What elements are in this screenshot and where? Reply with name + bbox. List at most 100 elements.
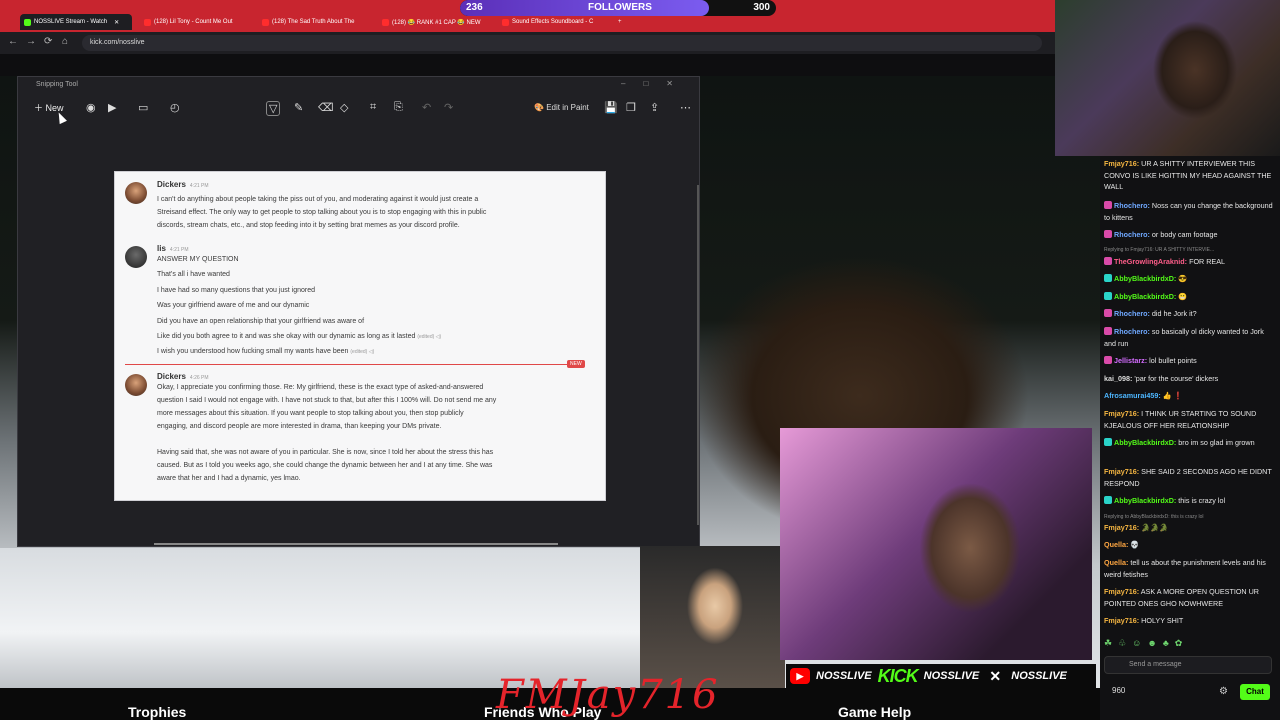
gear-icon[interactable]: ⚙: [1219, 686, 1228, 697]
chat-text: 😎: [1176, 274, 1188, 283]
chat-username[interactable]: Fmjay716:: [1104, 467, 1139, 476]
emote-icon[interactable]: ☘: [1104, 638, 1112, 650]
discord-screenshot: Dickers 4:21 PM I can't do anything about…: [114, 171, 606, 501]
browser-tab-active[interactable]: NOSSLIVE Stream - Watch ✕: [20, 14, 132, 30]
copy-icon[interactable]: ❐: [626, 101, 636, 114]
new-tab-button[interactable]: +: [614, 14, 630, 30]
emote-icon[interactable]: ☻: [1147, 638, 1156, 650]
youtube-handle: NOSSLIVE: [816, 670, 872, 682]
x-icon: ✕: [989, 667, 1002, 684]
chat-username[interactable]: Fmjay716:: [1104, 587, 1139, 596]
timer-icon[interactable]: ◴: [170, 101, 180, 114]
chat-input[interactable]: Send a message: [1104, 656, 1272, 674]
edit-in-paint-label: Edit in Paint: [546, 103, 589, 112]
chat-username[interactable]: Fmjay716:: [1104, 159, 1139, 168]
new-badge: NEW: [567, 360, 585, 368]
horizontal-scrollbar[interactable]: [154, 543, 558, 545]
emote-bar[interactable]: ☘ ♧ ☺ ☻ ♣ ✿: [1104, 638, 1274, 650]
trophies-menu-item[interactable]: Trophies: [128, 704, 186, 720]
chat-username[interactable]: AbbyBlackbirdxD:: [1114, 438, 1176, 447]
chat-username[interactable]: Fmjay716:: [1104, 409, 1139, 418]
chat-username[interactable]: Afrosamurai459:: [1104, 391, 1161, 400]
chat-message: AbbyBlackbirdxD: 😎: [1104, 273, 1274, 285]
message-line: Okay, I appreciate you confirming those.…: [157, 384, 484, 391]
close-icon[interactable]: ✕: [114, 19, 119, 26]
shapes-icon[interactable]: ◇: [340, 101, 348, 114]
highlighter-icon[interactable]: ✎: [294, 101, 303, 114]
forward-icon[interactable]: →: [26, 36, 36, 47]
chat-username[interactable]: Fmjay716:: [1104, 616, 1139, 625]
guest-webcam-right: [780, 428, 1092, 660]
vertical-scrollbar[interactable]: [697, 185, 699, 525]
chat-username[interactable]: Rhochero:: [1114, 201, 1150, 210]
chat-username[interactable]: kai_098:: [1104, 374, 1132, 383]
home-icon[interactable]: ⌂: [62, 36, 68, 47]
browser-tab[interactable]: (128) Lil Tony - Count Me Out: [140, 14, 250, 30]
chat-message: Rhochero: Noss can you change the backgr…: [1104, 200, 1274, 223]
chat-text: FOR REAL: [1187, 257, 1226, 266]
chat-username[interactable]: Jellistarz:: [1114, 356, 1147, 365]
browser-tab[interactable]: Sound Effects Soundboard - C: [498, 14, 610, 30]
browser-tab[interactable]: (128) The Sad Truth About The: [258, 14, 368, 30]
video-icon[interactable]: ▶: [108, 101, 116, 114]
chat-username[interactable]: Rhochero:: [1114, 230, 1150, 239]
chat-username[interactable]: AbbyBlackbirdxD:: [1114, 292, 1176, 301]
message-line: discords, stream chats, etc., and stop f…: [157, 222, 460, 229]
chat-username[interactable]: Rhochero:: [1114, 327, 1150, 336]
message-line: I have had so many questions that you ju…: [157, 287, 315, 294]
chat-text: 👍 ❗: [1160, 391, 1183, 400]
chat-message: Jellistarz: lol bullet points: [1104, 355, 1274, 367]
redo-icon[interactable]: ↷: [444, 101, 453, 114]
chat-message: Quella: 💀: [1104, 539, 1274, 551]
chat-text: did he Jork it?: [1149, 309, 1197, 318]
rectangle-mode-icon[interactable]: ▭: [138, 101, 148, 114]
new-messages-divider: [125, 364, 585, 365]
browser-tab[interactable]: (128) 😂 RANK #1 CAP 😂 NEW: [378, 14, 488, 30]
viewer-count: 960: [1112, 686, 1126, 695]
chat-username[interactable]: Fmjay716:: [1104, 523, 1139, 532]
reload-icon[interactable]: ⟳: [44, 36, 52, 47]
crop-icon[interactable]: ⌗: [370, 101, 376, 114]
avatar: [125, 374, 147, 396]
followers-progress-fill: [460, 0, 709, 16]
overlay-handle-text: FMJay716: [496, 672, 720, 718]
chat-username[interactable]: Quella:: [1104, 558, 1128, 567]
chat-username[interactable]: Quella:: [1104, 540, 1128, 549]
eraser-icon[interactable]: ⌫: [318, 101, 334, 114]
moderator-badge-icon: [1104, 327, 1112, 335]
chat-send-button[interactable]: Chat: [1240, 684, 1270, 700]
tab-label: (128) The Sad Truth About The: [272, 19, 355, 25]
url-field[interactable]: kick.com/nosslive: [82, 35, 1042, 51]
camera-icon[interactable]: ◉: [86, 101, 96, 114]
x-handle: NOSSLIVE: [1011, 670, 1067, 682]
message-line: Streisand effect. The only way to get pe…: [157, 209, 487, 216]
kick-icon: [24, 18, 31, 26]
chat-username[interactable]: Rhochero:: [1114, 309, 1150, 318]
undo-icon[interactable]: ↶: [422, 101, 431, 114]
emote-icon[interactable]: ✿: [1175, 638, 1183, 650]
message-line: engaging, and discord people are more in…: [157, 423, 442, 430]
chat-username[interactable]: TheGrowlingAraknid:: [1114, 257, 1187, 266]
chat-message: Rhochero: or body cam footage: [1104, 229, 1274, 241]
save-icon[interactable]: 💾: [604, 101, 618, 114]
chat-username[interactable]: AbbyBlackbirdxD:: [1114, 496, 1176, 505]
snipping-tool-toolbar: ＋ New ◉ ▶ ▭ ◴ ▽ ✎ ⌫ ◇ ⌗ ⎘ ↶ ↷ 🎨 Edit in …: [18, 97, 699, 121]
snipping-tool-title: Snipping Tool: [36, 81, 78, 88]
back-icon[interactable]: ←: [8, 36, 18, 47]
tab-label: (128) 😂 RANK #1 CAP 😂 NEW: [392, 19, 481, 26]
emote-icon[interactable]: ♧: [1118, 638, 1126, 650]
edit-in-paint-button[interactable]: 🎨 Edit in Paint: [534, 103, 589, 112]
game-help-menu-item[interactable]: Game Help: [838, 704, 911, 720]
emote-icon[interactable]: ☺: [1132, 638, 1141, 650]
bookmarks-strip: [0, 54, 1055, 76]
chat-message: Rhochero: so basically ol dicky wanted t…: [1104, 326, 1274, 349]
emote-icon[interactable]: ♣: [1163, 638, 1169, 650]
text-actions-icon[interactable]: ⎘: [394, 101, 403, 114]
moderator-badge-icon: [1104, 201, 1112, 209]
more-icon[interactable]: ⋯: [680, 101, 691, 114]
window-controls[interactable]: –□✕: [621, 79, 691, 88]
message-line: aware that her and I had a dynamic, yes …: [157, 475, 301, 482]
share-icon[interactable]: ⇪: [650, 101, 659, 114]
chat-username[interactable]: AbbyBlackbirdxD:: [1114, 274, 1176, 283]
pen-icon[interactable]: ▽: [266, 101, 281, 116]
